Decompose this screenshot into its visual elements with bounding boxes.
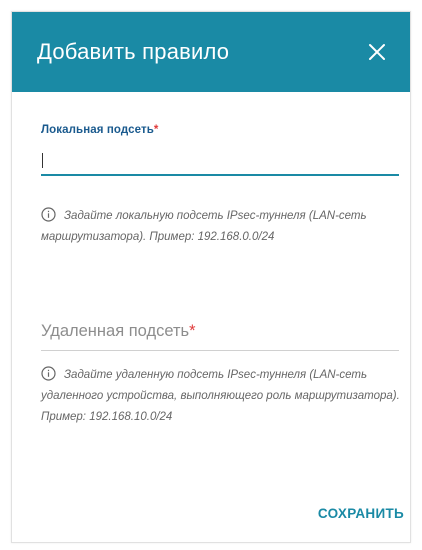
required-mark: * — [153, 124, 159, 136]
remote-subnet-hint-text: Задайте удаленную подсеть IPsec-туннеля … — [41, 369, 400, 423]
info-icon — [41, 366, 56, 381]
local-subnet-label: Локальная подсеть* — [41, 124, 159, 136]
local-subnet-field: Локальная подсеть* — [41, 124, 399, 176]
remote-subnet-input[interactable]: Удаленная подсеть* — [41, 312, 399, 351]
required-mark: * — [189, 322, 196, 340]
info-icon — [41, 207, 56, 222]
local-subnet-hint: Задайте локальную подсеть IPsec-туннеля … — [41, 206, 403, 248]
close-button[interactable] — [362, 37, 392, 67]
save-button[interactable]: СОХРАНИТЬ — [318, 506, 404, 521]
dialog-title: Добавить правило — [37, 39, 230, 64]
text-caret — [42, 153, 43, 168]
remote-subnet-hint: Задайте удаленную подсеть IPsec-туннеля … — [41, 365, 403, 428]
add-rule-dialog: Добавить правило Локальная подсеть* Зада… — [11, 11, 411, 543]
local-subnet-hint-text: Задайте локальную подсеть IPsec-туннеля … — [41, 210, 367, 243]
close-icon — [369, 44, 385, 60]
remote-subnet-placeholder: Удаленная подсеть* — [41, 322, 196, 340]
local-subnet-input[interactable] — [41, 142, 399, 176]
dialog-header: Добавить правило — [12, 12, 410, 92]
